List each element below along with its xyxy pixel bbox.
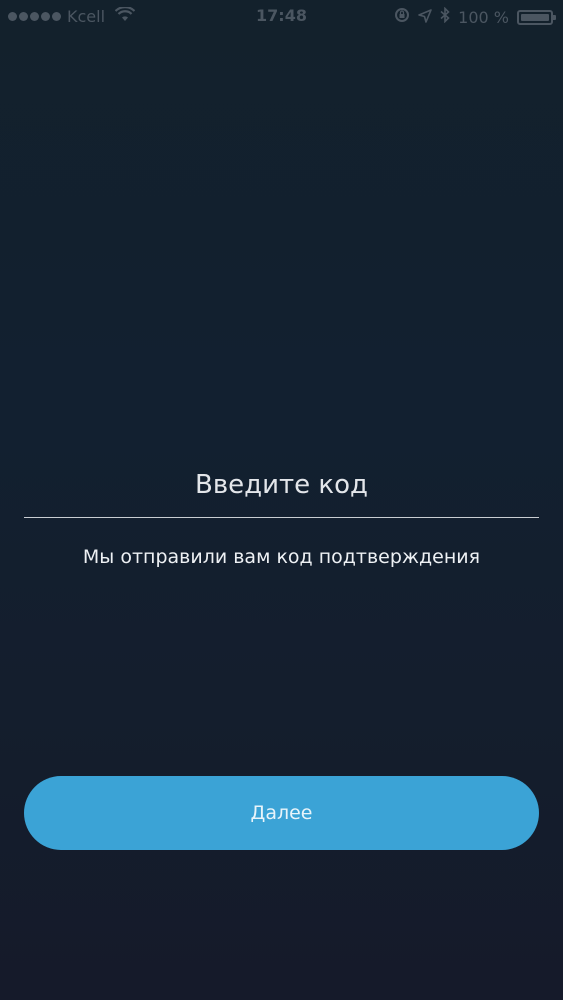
battery-icon <box>517 9 556 25</box>
location-icon <box>418 8 432 27</box>
code-input[interactable] <box>24 452 539 518</box>
subtitle: Мы отправили вам код подтверждения <box>82 546 481 568</box>
battery-percent: 100 % <box>458 7 509 27</box>
bluetooth-icon <box>440 6 450 27</box>
status-bar: Kcell 17:48 100 % <box>0 0 563 34</box>
lock-rotation-icon <box>394 7 410 27</box>
status-indicators: 100 % <box>394 6 556 27</box>
next-button[interactable]: Далее <box>24 776 539 850</box>
